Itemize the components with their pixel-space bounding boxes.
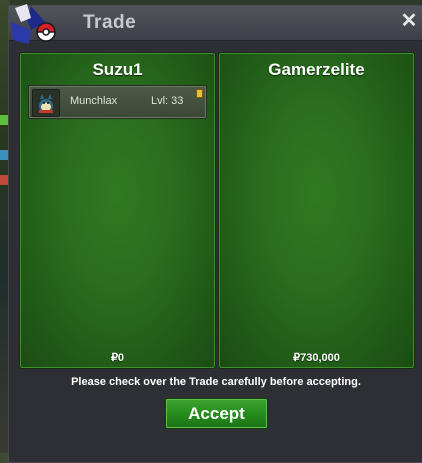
trade-item-slot[interactable]: Munchlax Lvl: 33 bbox=[28, 85, 207, 119]
close-icon[interactable]: ✕ bbox=[399, 11, 419, 31]
item-name: Munchlax bbox=[70, 95, 118, 107]
munchlax-sprite-icon bbox=[32, 89, 60, 117]
item-level: Lvl: 33 bbox=[151, 95, 184, 107]
item-flag-icon bbox=[196, 89, 203, 98]
world-sprite-fragment bbox=[0, 150, 8, 160]
partner-money-offer: ₽730,000 bbox=[293, 352, 340, 364]
world-sprite-fragment bbox=[0, 115, 8, 125]
self-username: Suzu1 bbox=[92, 60, 143, 79]
partner-username: Gamerzelite bbox=[268, 60, 365, 79]
accept-button[interactable]: Accept bbox=[165, 398, 268, 429]
window-title: Trade bbox=[83, 12, 137, 33]
trade-warning-text: Please check over the Trade carefully be… bbox=[71, 376, 361, 388]
pokeball-logo-icon bbox=[11, 4, 56, 44]
world-sprite-fragment bbox=[0, 175, 8, 185]
trade-panel-self: Suzu1 Munchlax Lvl: 33 ₽0 bbox=[19, 52, 216, 369]
trade-panel-partner: Gamerzelite ₽730,000 bbox=[218, 52, 415, 369]
trade-window: Trade ✕ Suzu1 Munchlax Lvl: 33 ₽0 Gamerz… bbox=[8, 4, 422, 463]
self-money-offer: ₽0 bbox=[110, 352, 125, 364]
